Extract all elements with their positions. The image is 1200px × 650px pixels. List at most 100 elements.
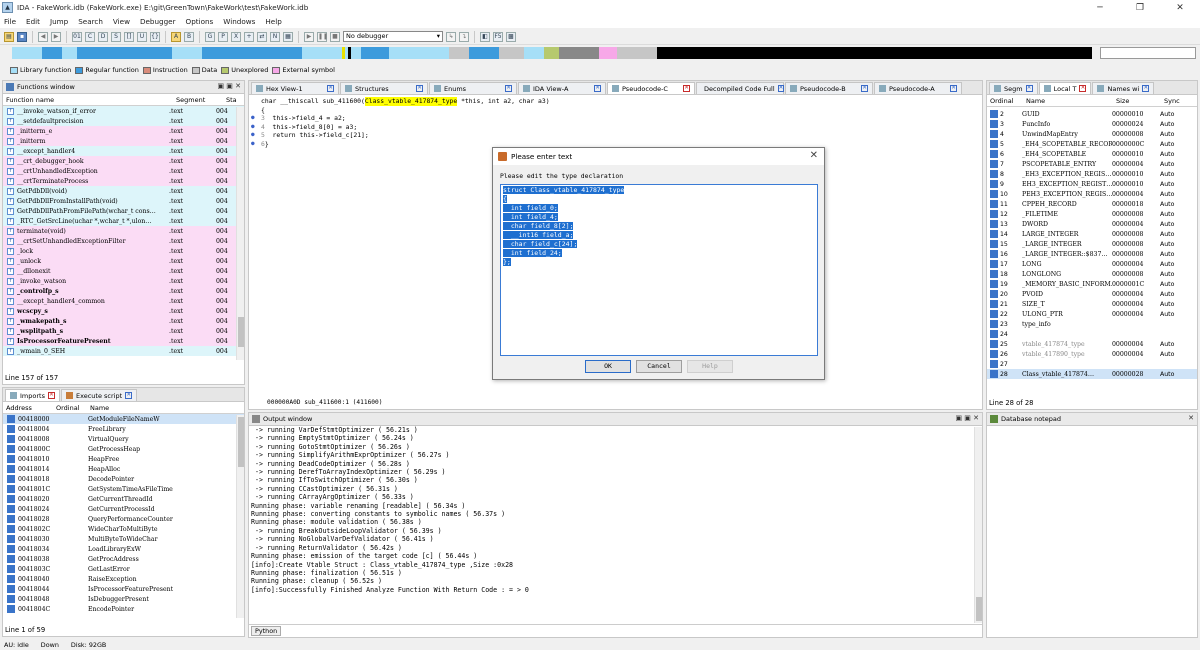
menu-windows[interactable]: Windows (223, 17, 255, 26)
type-declaration-editor[interactable]: struct Class_vtable_417874_type{ int fie… (500, 184, 818, 356)
pseudocode-view[interactable]: char __thiscall sub_411600(Class_vtable_… (249, 95, 982, 148)
close-icon[interactable]: ✕ (594, 85, 601, 92)
import-row[interactable]: 00418008 VirtualQuery (3, 434, 244, 444)
open-icon[interactable]: ▤ (4, 31, 14, 42)
local-type-row[interactable]: 20 PVOID 00000004 Auto (987, 289, 1197, 299)
imports-scrollbar[interactable] (236, 415, 244, 618)
menu-search[interactable]: Search (78, 17, 103, 26)
close-icon[interactable]: ✕ (810, 150, 818, 161)
local-type-row[interactable]: 11 CPPEH_RECORD 00000018 Auto (987, 199, 1197, 209)
function-row[interactable]: f __except_handler4 .text 004 (3, 146, 244, 156)
highlighted-type[interactable]: Class_vtable_417874_type (364, 97, 458, 106)
imports-scrollbar-thumb[interactable] (238, 417, 244, 467)
column-start[interactable]: Sta (223, 96, 243, 104)
function-row[interactable]: f GetPdbDll(void) .text 004 (3, 186, 244, 196)
tab-execute-script[interactable]: Execute script ✕ (60, 389, 138, 401)
output-scrollbar[interactable] (974, 427, 982, 623)
tab-local-types[interactable]: Local T ✕ (1038, 82, 1092, 94)
cross-ref-icon[interactable]: ⇄ (257, 31, 267, 42)
import-row[interactable]: 00418018 DecodePointer (3, 474, 244, 484)
column-name[interactable]: Name (87, 404, 237, 412)
array-icon[interactable]: [] (124, 31, 134, 42)
names-icon[interactable]: N (270, 31, 280, 42)
local-type-row[interactable]: 14 LARGE_INTEGER 00000008 Auto (987, 229, 1197, 239)
navigation-band-combo[interactable] (1100, 47, 1196, 59)
menu-view[interactable]: View (113, 17, 130, 26)
import-row[interactable]: 00418004 FreeLibrary (3, 424, 244, 434)
tab-hex-view-1[interactable]: Hex View-1 ✕ (251, 82, 339, 94)
import-row[interactable]: 00418010 HeapFree (3, 454, 244, 464)
close-icon[interactable]: ✕ (47, 392, 55, 399)
close-icon[interactable]: ✕ (416, 85, 423, 92)
local-type-row[interactable]: 3 FuncInfo 00000024 Auto (987, 119, 1197, 129)
local-type-row[interactable]: 17 LONG 00000004 Auto (987, 259, 1197, 269)
pause-icon[interactable]: ❚❚ (317, 31, 328, 42)
local-type-row[interactable]: 12 _FILETIME 00000008 Auto (987, 209, 1197, 219)
decompile-icon[interactable]: F5 (493, 31, 503, 42)
segments-icon[interactable]: ▦ (283, 31, 293, 42)
function-row[interactable]: f __crtTerminateProcess .text 004 (3, 176, 244, 186)
import-row[interactable]: 00418024 GetCurrentProcessId (3, 504, 244, 514)
column-segment[interactable]: Segment (173, 96, 223, 104)
back-icon[interactable]: ◀ (38, 31, 48, 42)
function-row[interactable]: f _invoke_watson .text 004 (3, 276, 244, 286)
function-row[interactable]: f __crtUnhandledException .text 004 (3, 166, 244, 176)
tab-pseudocode-b[interactable]: Pseudocode-B ✕ (785, 82, 873, 94)
panel-controls[interactable]: ▣ ▣ ✕ (955, 414, 979, 422)
function-row[interactable]: f __crt_debugger_hook .text 004 (3, 156, 244, 166)
local-type-row[interactable]: 24 (987, 329, 1197, 339)
ok-button[interactable]: OK (585, 360, 631, 373)
menu-help[interactable]: Help (265, 17, 281, 26)
import-row[interactable]: 0041800C GetProcessHeap (3, 444, 244, 454)
import-row[interactable]: 00418030 MultiByteToWideChar (3, 534, 244, 544)
function-row[interactable]: f __crtSetUnhandledExceptionFilter .text 00… (3, 236, 244, 246)
local-type-row[interactable]: 2 GUID 00000010 Auto (987, 109, 1197, 119)
python-button[interactable]: Python (251, 626, 282, 636)
local-type-row[interactable]: 15 _LARGE_INTEGER 00000008 Auto (987, 239, 1197, 249)
panel-controls[interactable]: ▣ ▣ ✕ (217, 82, 241, 90)
local-type-row[interactable]: 27 (987, 359, 1197, 369)
panel-controls[interactable]: ✕ (1188, 414, 1194, 422)
local-type-row[interactable]: 4 UnwindMapEntry 00000008 Auto (987, 129, 1197, 139)
local-type-row[interactable]: 8 _EH3_EXCEPTION_REGIS… 00000010 Auto (987, 169, 1197, 179)
function-row[interactable]: f GetPdbDllFromInstallPath(void) .text 004 (3, 196, 244, 206)
column-ordinal[interactable]: Ordinal (987, 97, 1023, 105)
tab-ida-view-a[interactable]: IDA View-A ✕ (518, 82, 606, 94)
function-row[interactable]: f GetPdbDllPathFromFilePath(wchar_t cons…… (3, 206, 244, 216)
tab-structures[interactable]: Structures ✕ (340, 82, 428, 94)
tab-pseudocode-c[interactable]: Pseudocode-C ✕ (607, 82, 695, 94)
close-icon[interactable]: ✕ (950, 85, 957, 92)
menu-debugger[interactable]: Debugger (140, 17, 176, 26)
import-row[interactable]: 0041803C GetLastError (3, 564, 244, 574)
import-row[interactable]: 00418014 HeapAlloc (3, 464, 244, 474)
graph-icon[interactable]: G (205, 31, 215, 42)
flowchart-icon[interactable]: ▩ (506, 31, 516, 42)
function-row[interactable]: f IsProcessorFeaturePresent .text 004 (3, 336, 244, 346)
plus-icon[interactable]: + (244, 31, 254, 42)
column-name[interactable]: Name (1023, 97, 1113, 105)
minimize-button[interactable]: ─ (1080, 3, 1120, 13)
close-icon[interactable]: ✕ (327, 85, 334, 92)
import-row[interactable]: 00418040 RaiseException (3, 574, 244, 584)
tab-pseudocode-a[interactable]: Pseudocode-A ✕ (874, 82, 962, 94)
save-icon[interactable]: ▪ (17, 31, 27, 42)
close-icon[interactable]: ✕ (125, 392, 133, 399)
close-button[interactable]: ✕ (1160, 3, 1200, 13)
maximize-button[interactable]: ❐ (1120, 3, 1160, 13)
string-icon[interactable]: S (111, 31, 121, 42)
close-icon[interactable]: ✕ (1142, 85, 1150, 92)
menu-options[interactable]: Options (186, 17, 214, 26)
command-line[interactable]: Python (249, 624, 982, 637)
import-row[interactable]: 00418044 IsProcessorFeaturePresent (3, 584, 244, 594)
tab-imports[interactable]: Imports ✕ (5, 389, 60, 401)
notepad-text-area[interactable] (987, 427, 1197, 637)
column-function-name[interactable]: Function name (3, 96, 173, 104)
import-row[interactable]: 00418048 IsDebuggerPresent (3, 594, 244, 604)
function-row[interactable]: f wcscpy_s .text 004 (3, 306, 244, 316)
local-type-row[interactable]: 19 _MEMORY_BASIC_INFORM… 0000001C Auto (987, 279, 1197, 289)
function-row[interactable]: f terminate(void) .text 004 (3, 226, 244, 236)
output-scrollbar-thumb[interactable] (976, 597, 982, 621)
tab-names[interactable]: Names wi ✕ (1092, 82, 1155, 94)
column-address[interactable]: Address (3, 404, 53, 412)
local-type-row[interactable]: 22 ULONG_PTR 00000004 Auto (987, 309, 1197, 319)
